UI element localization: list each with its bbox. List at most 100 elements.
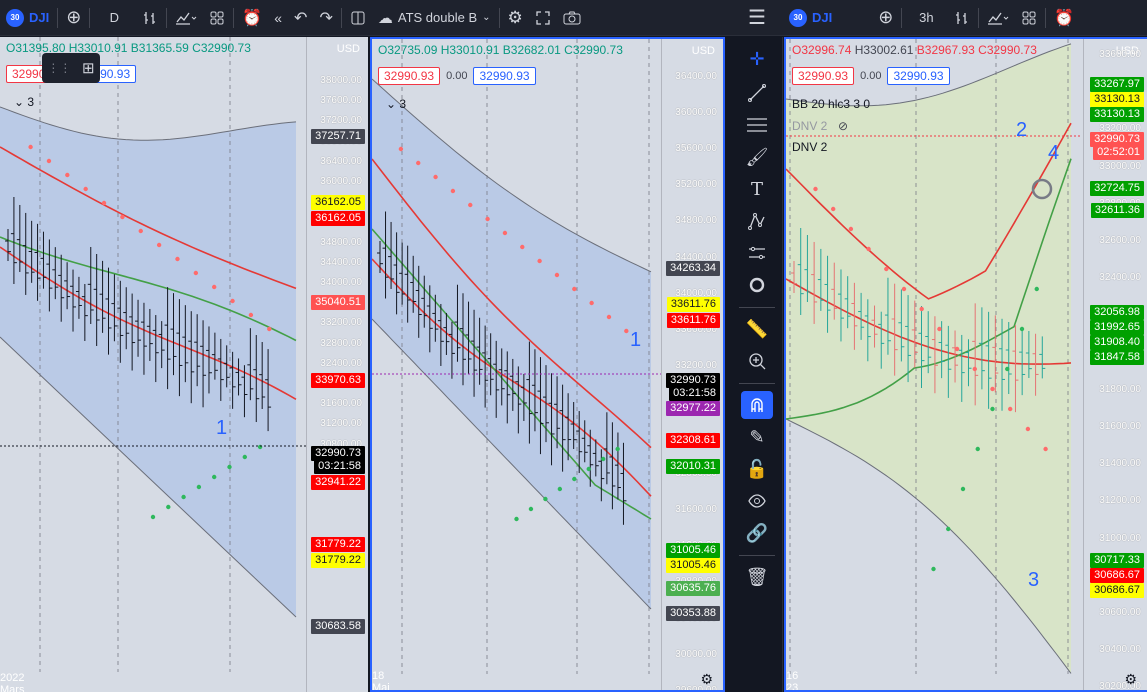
sar-dot	[528, 506, 534, 512]
fullscreen-icon[interactable]	[529, 0, 557, 36]
price-tick: 31200.00	[320, 418, 362, 430]
chart-settings-icon[interactable]: ⚙	[1124, 671, 1137, 688]
compare-plus-icon[interactable]: ⊕	[60, 0, 87, 36]
ruler-icon[interactable]: 📏	[741, 315, 773, 343]
undo-icon[interactable]: ↶	[288, 0, 313, 36]
price-label: 34263.34	[666, 261, 720, 276]
sar-dot	[181, 494, 186, 500]
price-label: 30717.33	[1090, 553, 1144, 568]
sell-price-box[interactable]: 32990.93	[378, 67, 441, 85]
price-axis[interactable]: USD 36400.00 36000.00 35600.00 35200.00 34800…	[661, 39, 723, 690]
crosshair-icon[interactable]: ✛	[741, 45, 773, 73]
ohlc-c: C32990.73	[978, 43, 1037, 57]
compare-plus-icon[interactable]: ⊕	[872, 0, 899, 36]
sar-dot	[884, 266, 889, 272]
indicators-icon[interactable]	[981, 0, 1015, 36]
gear-icon[interactable]: ⚙	[502, 0, 529, 36]
time-axis[interactable]: 2022MarsJuin	[0, 672, 306, 692]
exchange-badge: 30	[6, 8, 24, 27]
indicators-icon[interactable]	[169, 0, 203, 36]
pattern-icon[interactable]	[741, 207, 773, 235]
eye-icon[interactable]	[741, 487, 773, 515]
price-label: 30686.67	[1090, 583, 1144, 598]
hidden-eye-icon[interactable]: ⊘	[838, 119, 848, 133]
ohlc-c: C32990.73	[564, 43, 623, 57]
price-tick: 32600.00	[1099, 235, 1141, 246]
symbol-search-button[interactable]: 30 DJI	[783, 0, 838, 36]
sar-dot	[196, 484, 202, 490]
alert-clock-icon[interactable]: ⏰	[1048, 0, 1080, 36]
band-fill	[372, 79, 651, 609]
circle-icon[interactable]	[741, 271, 773, 299]
magnet-icon[interactable]	[741, 391, 773, 419]
interval-button[interactable]: 3h	[904, 0, 948, 36]
time-axis[interactable]: 162326Ju	[786, 670, 1081, 690]
price-tick: 34400.00	[320, 256, 362, 268]
price-tick: 30000.00	[675, 648, 717, 660]
price-label: 37257.71	[311, 129, 365, 144]
brush-icon[interactable]: 🖌	[741, 143, 773, 171]
text-icon[interactable]: T	[741, 175, 773, 203]
alert-clock-icon[interactable]: ⏰	[236, 0, 268, 36]
top-toolbar-right: 30 DJI ⊕ 3h ⏰	[783, 0, 1147, 36]
price-tick: 31400.00	[1099, 458, 1141, 470]
indicator-count: 3	[399, 97, 407, 111]
interval-button[interactable]: D	[92, 0, 136, 36]
price-axis[interactable]: USD33600.0033400.0033200.0033000.0032800…	[1083, 39, 1147, 690]
chart-pane-1[interactable]: O31395.80 H33010.91 B31365.59 C32990.73 …	[0, 37, 368, 692]
bar-style-icon[interactable]	[136, 0, 164, 36]
add-widget-icon[interactable]: ⊞	[82, 59, 95, 77]
sar-dot	[65, 172, 70, 178]
layout-grid-icon[interactable]	[1015, 0, 1043, 36]
zoom-in-icon[interactable]	[741, 347, 773, 375]
wave-count-label: 1	[630, 329, 642, 351]
buy-price-box[interactable]: 32990.93	[473, 67, 536, 85]
sar-dot	[83, 186, 88, 192]
trendline-icon[interactable]	[741, 79, 773, 107]
chart-settings-icon[interactable]: ⚙	[700, 671, 713, 688]
layout-grid-icon[interactable]	[203, 0, 231, 36]
time-tick: 23	[786, 682, 799, 692]
lock-drawing-icon[interactable]: ✎	[741, 423, 773, 451]
collapsed-indicators-toggle[interactable]: ⌄ 3	[14, 95, 34, 109]
sar-dot	[1043, 446, 1048, 452]
replay-icon[interactable]: «	[268, 0, 288, 36]
price-tick: 38000.00	[320, 75, 362, 86]
divider	[57, 7, 59, 28]
sar-dot	[28, 144, 33, 150]
floating-layout-widget[interactable]: ⋮⋮ ⊞	[42, 53, 100, 83]
indicator-dnv[interactable]: DNV 2	[792, 140, 827, 154]
indicator-bollinger[interactable]: BB 20 hlc3 3 0	[792, 97, 870, 111]
link-icon[interactable]: 🔗	[741, 519, 773, 547]
sar-dot	[398, 146, 404, 152]
menu-icon[interactable]: ☰	[742, 0, 772, 36]
template-dropdown[interactable]: ☁ ATS double B ⌄	[372, 0, 497, 36]
sar-dot	[946, 526, 951, 532]
chart-pane-3[interactable]: O32996.74 H33002.61 B32967.93 C32990.73 …	[784, 37, 1147, 692]
symbol-label: DJI	[812, 10, 833, 25]
panel-toggle-icon[interactable]	[344, 0, 372, 36]
time-axis[interactable]: 18Mai16Juin	[372, 670, 661, 690]
divider	[978, 7, 980, 28]
indicator-dnv-hidden[interactable]: DNV 2	[792, 119, 827, 133]
collapsed-indicators-toggle[interactable]: ⌄ 3	[386, 97, 406, 111]
buy-price-box[interactable]: 32990.93	[887, 67, 950, 85]
sar-dot	[230, 298, 235, 304]
price-tick: 36400.00	[320, 155, 362, 167]
chart-pane-2[interactable]: O32735.09 H33010.91 B32682.01 C32990.73 …	[370, 37, 725, 692]
price-label: 03:21:58	[314, 459, 365, 474]
redo-icon[interactable]: ↷	[313, 0, 338, 36]
price-tick: 33200.00	[675, 359, 717, 371]
sell-price-box[interactable]: 32990.93	[792, 67, 855, 85]
bar-style-icon[interactable]	[948, 0, 976, 36]
symbol-search-button[interactable]: 30 DJI	[0, 0, 55, 36]
price-axis[interactable]: USD38000.0037600.0037200.0036800.0036400…	[306, 37, 368, 692]
unlock-icon[interactable]: 🔓	[741, 455, 773, 483]
trash-icon[interactable]: 🗑	[741, 563, 773, 591]
wave-count-label: 1	[216, 417, 228, 439]
prediction-icon[interactable]	[741, 239, 773, 267]
camera-icon[interactable]	[557, 0, 587, 36]
price-label: 36162.05	[311, 195, 365, 210]
fib-retracement-icon[interactable]	[741, 111, 773, 139]
drag-handle-icon[interactable]: ⋮⋮	[47, 61, 71, 75]
